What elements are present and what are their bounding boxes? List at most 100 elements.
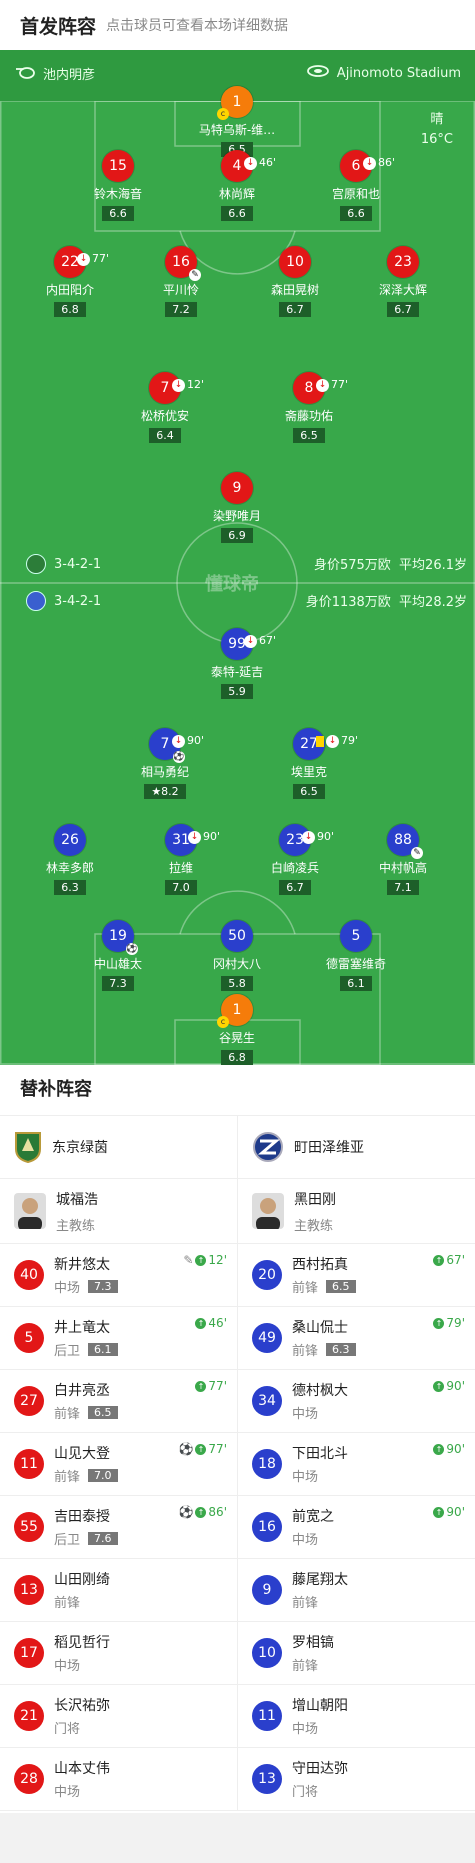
away-team-name: 町田泽维亚: [294, 1140, 364, 1156]
away-coach-row[interactable]: 黑田刚 主教练: [238, 1179, 475, 1244]
player-info: 守田达弥 门将: [292, 1758, 348, 1800]
sub-player-row[interactable]: 11 山见大登 前锋 7.0 ⚽ ↑ 77': [0, 1433, 237, 1496]
sub-player-row[interactable]: 13 守田达弥 门将: [238, 1748, 475, 1811]
ball-icon: ⚽: [178, 1442, 194, 1456]
sub-player-row[interactable]: 49 桑山侃士 前锋 6.3 ↑ 79': [238, 1307, 475, 1370]
sub-minute: 90': [187, 734, 205, 747]
away-player[interactable]: 23 ↓ 90' 白崎凌兵 6.7: [240, 824, 350, 895]
away-formation: 3-4-2-1: [54, 593, 102, 609]
away-player[interactable]: 5 德雷塞维奇 6.1: [301, 920, 411, 991]
player-name: 增山朝阳: [292, 1698, 348, 1714]
sub-minute: 12': [187, 378, 205, 391]
captain-icon: c: [217, 1016, 229, 1028]
player-rating: 7.0: [88, 1469, 118, 1482]
home-coach-row[interactable]: 城福浩 主教练: [0, 1179, 237, 1244]
home-player[interactable]: 16 ✎ 平川怜 7.2: [126, 246, 236, 317]
home-player[interactable]: 6 ↓ 86' 宫原和也 6.6: [301, 150, 411, 221]
player-position: 中场: [292, 1407, 319, 1422]
player-rating: 6.5: [88, 1406, 118, 1419]
sub-player-row[interactable]: 21 长沢祐弥 门将: [0, 1685, 237, 1748]
away-player[interactable]: 31 ↓ 90' 拉维 7.0: [126, 824, 236, 895]
away-team-row[interactable]: 町田泽维亚: [238, 1116, 475, 1179]
sub-player-row[interactable]: 20 西村拓真 前锋 6.5 ↑ 67': [238, 1244, 475, 1307]
player-position: 中场: [54, 1281, 81, 1296]
player-number: 13: [14, 1575, 44, 1605]
sub-minute: 46': [259, 156, 277, 169]
home-player[interactable]: 9 染野唯月 6.9: [182, 472, 292, 543]
sub-player-row[interactable]: 34 德村枫大 中场 ↑ 90': [238, 1370, 475, 1433]
avatar: [14, 1193, 46, 1229]
player-number: 19 ⚽: [102, 920, 138, 955]
substitutes-title: 替补阵容: [0, 1065, 475, 1116]
away-player[interactable]: 26 林幸多郎 6.3: [15, 824, 125, 895]
sub-player-row[interactable]: 16 前宽之 中场 ↑ 90': [238, 1496, 475, 1559]
player-position-row: 前锋: [54, 1592, 110, 1611]
player-number: 99 ↓ 67': [221, 628, 276, 660]
player-position: 前锋: [292, 1281, 319, 1296]
player-number: 10: [252, 1638, 282, 1668]
home-player[interactable]: 22 ↓ 77' 内田阳介 6.8: [15, 246, 125, 317]
sub-player-row[interactable]: 28 山本丈伟 中场: [0, 1748, 237, 1811]
player-rating: 5.9: [221, 684, 253, 699]
player-events: ↓ 86': [363, 147, 395, 179]
home-player[interactable]: 4 ↓ 46' 林尚辉 6.6: [182, 150, 292, 221]
player-position-row: 前锋: [292, 1655, 334, 1674]
page-header: 首发阵容 点击球员可查看本场详细数据: [0, 0, 475, 50]
sub-out-icon: ↓: [77, 252, 90, 266]
sub-in-icon: ↑: [433, 1254, 445, 1266]
home-player[interactable]: 7 ↓ 12' 松桥优安 6.4: [110, 372, 220, 443]
sub-minute: 77': [92, 252, 110, 265]
player-name: 宫原和也: [331, 187, 380, 201]
home-player[interactable]: 8 ↓ 77' 斋藤功佑 6.5: [254, 372, 364, 443]
away-player[interactable]: 19 ⚽ 中山雄太 7.3: [63, 920, 173, 991]
sub-minute: 67': [259, 634, 277, 647]
sub-player-row[interactable]: 9 藤尾翔太 前锋: [238, 1559, 475, 1622]
home-subs-column: 东京绿茵 城福浩 主教练 40 新井悠太 中场 7.3 ✎ ↑ 12' 5 井上竜太 后卫 6.1 ↑ 4…: [0, 1116, 237, 1811]
home-team-row[interactable]: 东京绿茵: [0, 1116, 237, 1179]
sub-player-row[interactable]: 13 山田刚绮 前锋: [0, 1559, 237, 1622]
away-player[interactable]: 50 冈村大八 5.8: [182, 920, 292, 991]
sub-player-row[interactable]: 40 新井悠太 中场 7.3 ✎ ↑ 12': [0, 1244, 237, 1307]
away-player[interactable]: 88 ✎ 中村帆高 7.1: [348, 824, 458, 895]
page-subtitle: 点击球员可查看本场详细数据: [106, 18, 289, 34]
player-rating: ★8.2: [144, 784, 186, 799]
player-position: 中场: [292, 1722, 319, 1737]
away-player[interactable]: 7 ⚽ ↓ 90' 相马勇纪 ★8.2: [110, 728, 220, 799]
player-name: 埃里克: [290, 765, 327, 779]
sub-event: ↑ 90': [433, 1442, 465, 1456]
away-player[interactable]: 27 ↓ 79' 埃里克 6.5: [254, 728, 364, 799]
player-name: 铃木海音: [93, 187, 142, 201]
player-info: 前宽之 中场: [292, 1506, 334, 1548]
player-events: ↓ 90': [172, 725, 204, 757]
player-info: 山见大登 前锋 7.0: [54, 1443, 118, 1485]
player-name: 长沢祐弥: [54, 1698, 110, 1714]
sub-out-icon: ↓: [363, 156, 376, 170]
home-player[interactable]: 10 森田晃树 6.7: [240, 246, 350, 317]
sub-player-row[interactable]: 10 罗相镐 前锋: [238, 1622, 475, 1685]
player-rating: 6.9: [221, 528, 253, 543]
player-info: 下田北斗 中场: [292, 1443, 348, 1485]
sub-player-row[interactable]: 27 白井亮丞 前锋 6.5 ↑ 77': [0, 1370, 237, 1433]
player-events: ↓ 46': [244, 147, 276, 179]
weather-temperature: 16°C: [420, 132, 453, 147]
home-player[interactable]: 23 深泽大辉 6.7: [348, 246, 458, 317]
player-name: 斋藤功佑: [284, 409, 333, 423]
sub-event: ✎ ↑ 12': [183, 1253, 227, 1267]
sub-player-row[interactable]: 5 井上竜太 后卫 6.1 ↑ 46': [0, 1307, 237, 1370]
away-player[interactable]: 1 c 谷晃生 6.8: [182, 994, 292, 1065]
sub-in-icon: ↑: [195, 1317, 207, 1329]
sub-player-row[interactable]: 18 下田北斗 中场 ↑ 90': [238, 1433, 475, 1496]
sub-minute: 67': [446, 1253, 465, 1267]
player-number: 18: [252, 1449, 282, 1479]
sub-player-row[interactable]: 55 吉田泰授 后卫 7.6 ⚽ ↑ 86': [0, 1496, 237, 1559]
player-name: 桑山侃士: [292, 1320, 348, 1336]
player-name: 染野唯月: [212, 509, 261, 523]
sub-player-row[interactable]: 17 稻见哲行 中场: [0, 1622, 237, 1685]
home-formation: 3-4-2-1: [54, 556, 102, 572]
player-name: 中山雄太: [93, 957, 142, 971]
player-info: 山田刚绮 前锋: [54, 1569, 110, 1611]
away-player[interactable]: 99 ↓ 67' 泰特-延吉 5.9: [182, 628, 292, 699]
home-player[interactable]: 15 铃木海音 6.6: [63, 150, 173, 221]
sub-player-row[interactable]: 11 增山朝阳 中场: [238, 1685, 475, 1748]
player-name: 德雷塞维奇: [325, 957, 386, 971]
